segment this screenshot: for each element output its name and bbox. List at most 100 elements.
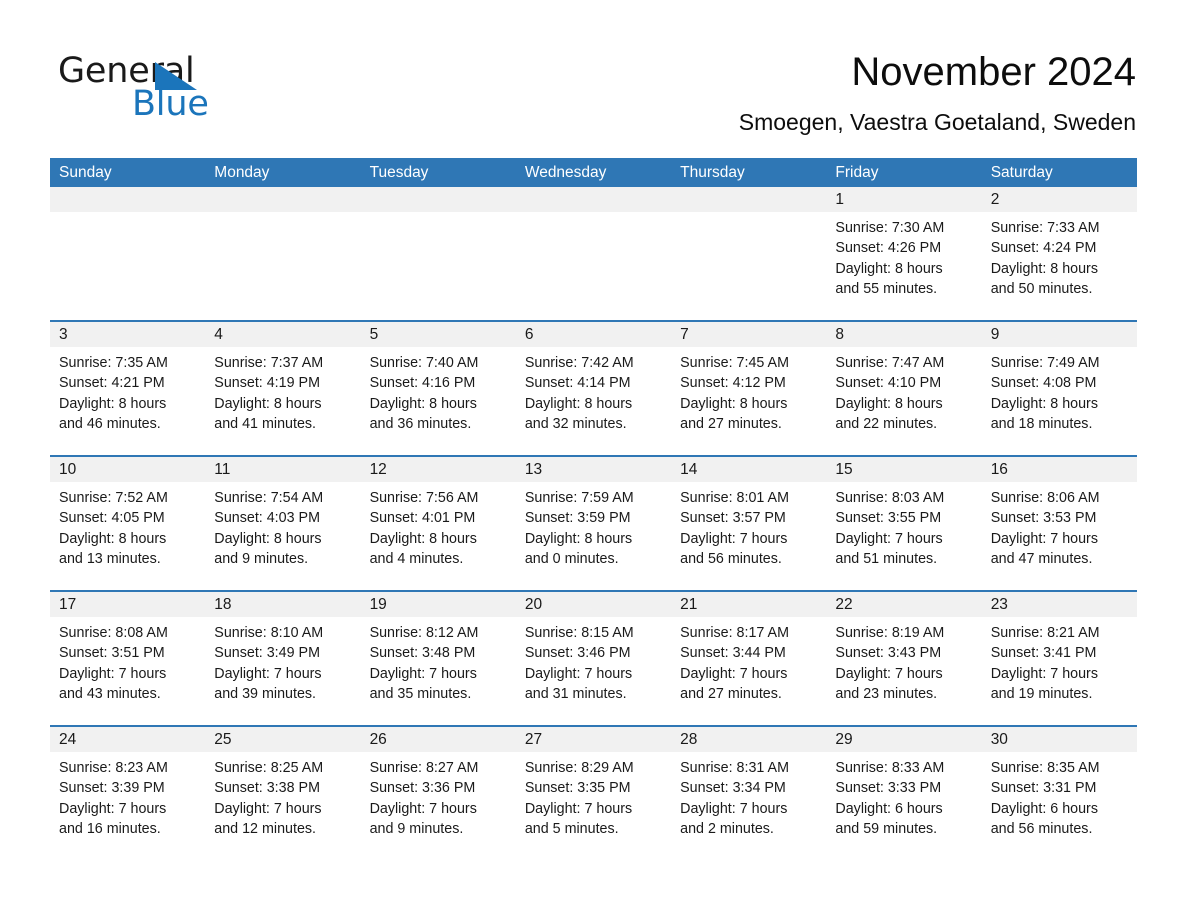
day-cell[interactable]: 8 Sunrise: 7:47 AM Sunset: 4:10 PM Daylight…	[826, 322, 982, 455]
day-cell[interactable]: 16 Sunrise: 8:06 AM Sunset: 3:53 PM Dayligh…	[981, 457, 1137, 590]
sunset-line: Sunset: 4:12 PM	[680, 375, 786, 392]
sunrise-line: Sunrise: 7:35 AM	[59, 355, 168, 371]
day-number: 27	[524, 731, 543, 748]
day-info: Sunrise: 8:23 AM Sunset: 3:39 PM Daylight:…	[50, 752, 205, 839]
day-number: 17	[59, 596, 77, 613]
daylight-line-2: and 4 minutes.	[369, 550, 464, 567]
day-number: 11	[214, 461, 231, 478]
day-number: 24	[59, 731, 77, 748]
sunrise-line: Sunrise: 7:33 AM	[990, 220, 1100, 236]
sunset-line: Sunset: 4:21 PM	[59, 375, 165, 392]
day-number: 18	[214, 596, 232, 613]
day-info: Sunrise: 7:37 AM Sunset: 4:19 PM Daylight:…	[205, 347, 360, 434]
day-number: 28	[680, 731, 698, 748]
day-number-band: 28	[671, 727, 827, 752]
day-cell[interactable]: 30 Sunrise: 8:35 AM Sunset: 3:31 PM Dayligh…	[981, 727, 1137, 860]
daylight-line-1: Daylight: 7 hours	[369, 800, 477, 817]
day-cell[interactable]: 3 Sunrise: 7:35 AM Sunset: 4:21 PM Daylight…	[50, 322, 206, 455]
week-row: 3 Sunrise: 7:35 AM Sunset: 4:21 PM Daylight…	[50, 320, 1137, 455]
day-cell[interactable]: 2 Sunrise: 7:33 AM Sunset: 4:24 PM Daylight…	[981, 187, 1137, 320]
day-cell[interactable]: 10 Sunrise: 7:52 AM Sunset: 4:05 PM Dayligh…	[50, 457, 206, 590]
day-cell[interactable]: 20 Sunrise: 8:15 AM Sunset: 3:46 PM Dayligh…	[515, 592, 672, 725]
sunrise-line: Sunrise: 8:06 AM	[990, 490, 1100, 506]
weekday-header-sunday: Sunday	[59, 164, 112, 181]
day-number: 2	[990, 191, 1000, 208]
daylight-line-1: Daylight: 8 hours	[990, 395, 1098, 412]
sunrise-line: Sunrise: 8:10 AM	[214, 625, 324, 641]
day-info	[361, 212, 516, 218]
day-cell[interactable]: 22 Sunrise: 8:19 AM Sunset: 3:43 PM Dayligh…	[826, 592, 982, 725]
sunrise-line: Sunrise: 7:37 AM	[214, 355, 324, 371]
day-cell[interactable]: 7 Sunrise: 7:45 AM Sunset: 4:12 PM Daylight…	[671, 322, 827, 455]
day-info: Sunrise: 8:17 AM Sunset: 3:44 PM Daylight:…	[671, 617, 826, 704]
day-cell[interactable]: 6 Sunrise: 7:42 AM Sunset: 4:14 PM Daylight…	[515, 322, 672, 455]
sunrise-line: Sunrise: 7:54 AM	[214, 490, 324, 506]
daylight-line-2: and 43 minutes.	[59, 685, 161, 702]
daylight-line-1: Daylight: 8 hours	[524, 530, 633, 547]
day-number-band: 25	[205, 727, 361, 752]
sunrise-line: Sunrise: 8:17 AM	[680, 625, 789, 641]
daylight-line-1: Daylight: 8 hours	[59, 530, 167, 547]
day-cell[interactable]: 24 Sunrise: 8:23 AM Sunset: 3:39 PM Dayligh…	[50, 727, 206, 860]
day-cell[interactable]: 15 Sunrise: 8:03 AM Sunset: 3:55 PM Dayligh…	[826, 457, 982, 590]
day-number: 3	[59, 326, 68, 343]
day-number: 12	[369, 461, 387, 478]
day-number-band: 20	[515, 592, 672, 617]
day-cell[interactable]: 11 Sunrise: 7:54 AM Sunset: 4:03 PM Dayligh…	[205, 457, 361, 590]
day-number: 25	[214, 731, 232, 748]
day-cell[interactable]: 5 Sunrise: 7:40 AM Sunset: 4:16 PM Daylight…	[360, 322, 516, 455]
day-cell[interactable]: 17 Sunrise: 8:08 AM Sunset: 3:51 PM Dayligh…	[50, 592, 206, 725]
day-number-band: 27	[515, 727, 672, 752]
day-cell[interactable]: 19 Sunrise: 8:12 AM Sunset: 3:48 PM Dayligh…	[360, 592, 516, 725]
sunset-line: Sunset: 3:51 PM	[59, 645, 165, 662]
sunrise-line: Sunrise: 7:47 AM	[835, 355, 945, 371]
logo-text-blue: Blue	[132, 84, 209, 124]
week-row: 24 Sunrise: 8:23 AM Sunset: 3:39 PM Dayligh…	[50, 725, 1137, 860]
day-cell[interactable]: 1 Sunrise: 7:30 AM Sunset: 4:26 PM Daylight…	[826, 187, 982, 320]
day-cell[interactable]: 9 Sunrise: 7:49 AM Sunset: 4:08 PM Daylight…	[981, 322, 1137, 455]
day-number-band: 16	[981, 457, 1137, 482]
day-number-band	[360, 187, 516, 212]
day-number-band: 22	[826, 592, 982, 617]
day-number-band: 24	[50, 727, 206, 752]
day-cell[interactable]: 25 Sunrise: 8:25 AM Sunset: 3:38 PM Dayligh…	[205, 727, 361, 860]
sunrise-line: Sunrise: 8:29 AM	[524, 760, 634, 776]
day-info: Sunrise: 7:47 AM Sunset: 4:10 PM Daylight:…	[826, 347, 981, 434]
sunset-line: Sunset: 3:39 PM	[59, 780, 165, 797]
day-number-band: 30	[981, 727, 1137, 752]
daylight-line-1: Daylight: 7 hours	[835, 665, 943, 682]
day-number: 19	[369, 596, 387, 613]
day-cell[interactable]: 29 Sunrise: 8:33 AM Sunset: 3:33 PM Dayligh…	[826, 727, 982, 860]
day-info: Sunrise: 8:35 AM Sunset: 3:31 PM Daylight:…	[982, 752, 1137, 839]
daylight-line-2: and 56 minutes.	[990, 820, 1093, 837]
day-number-band: 5	[360, 322, 516, 347]
day-number-band: 8	[826, 322, 982, 347]
daylight-line-1: Daylight: 7 hours	[59, 665, 167, 682]
daylight-line-2: and 22 minutes.	[835, 415, 938, 432]
general-blue-logo[interactable]: General Blue	[58, 52, 398, 132]
day-cell[interactable]: 12 Sunrise: 7:56 AM Sunset: 4:01 PM Dayligh…	[360, 457, 516, 590]
sunset-line: Sunset: 3:57 PM	[680, 510, 786, 527]
daylight-line-1: Daylight: 7 hours	[524, 800, 633, 817]
day-cell[interactable]: 4 Sunrise: 7:37 AM Sunset: 4:19 PM Daylight…	[205, 322, 361, 455]
day-cell[interactable]: 27 Sunrise: 8:29 AM Sunset: 3:35 PM Dayligh…	[515, 727, 672, 860]
day-cell-empty	[515, 187, 672, 320]
day-info: Sunrise: 7:52 AM Sunset: 4:05 PM Daylight:…	[50, 482, 205, 569]
day-number: 21	[680, 596, 698, 613]
day-info: Sunrise: 7:30 AM Sunset: 4:26 PM Daylight:…	[826, 212, 981, 299]
day-info: Sunrise: 8:21 AM Sunset: 3:41 PM Daylight:…	[982, 617, 1137, 704]
day-cell[interactable]: 23 Sunrise: 8:21 AM Sunset: 3:41 PM Dayligh…	[981, 592, 1137, 725]
day-cell[interactable]: 26 Sunrise: 8:27 AM Sunset: 3:36 PM Dayligh…	[360, 727, 516, 860]
daylight-line-1: Daylight: 8 hours	[214, 530, 322, 547]
weekday-header-thursday: Thursday	[680, 164, 745, 181]
day-cell[interactable]: 18 Sunrise: 8:10 AM Sunset: 3:49 PM Dayligh…	[205, 592, 361, 725]
day-cell[interactable]: 21 Sunrise: 8:17 AM Sunset: 3:44 PM Dayligh…	[671, 592, 827, 725]
daylight-line-1: Daylight: 7 hours	[214, 665, 322, 682]
day-cell[interactable]: 13 Sunrise: 7:59 AM Sunset: 3:59 PM Dayligh…	[515, 457, 672, 590]
sunrise-line: Sunrise: 8:33 AM	[835, 760, 945, 776]
day-cell[interactable]: 28 Sunrise: 8:31 AM Sunset: 3:34 PM Dayligh…	[671, 727, 827, 860]
day-cell[interactable]: 14 Sunrise: 8:01 AM Sunset: 3:57 PM Dayligh…	[671, 457, 827, 590]
daylight-line-2: and 0 minutes.	[524, 550, 619, 567]
daylight-line-2: and 27 minutes.	[680, 685, 782, 702]
day-number: 4	[214, 326, 223, 343]
